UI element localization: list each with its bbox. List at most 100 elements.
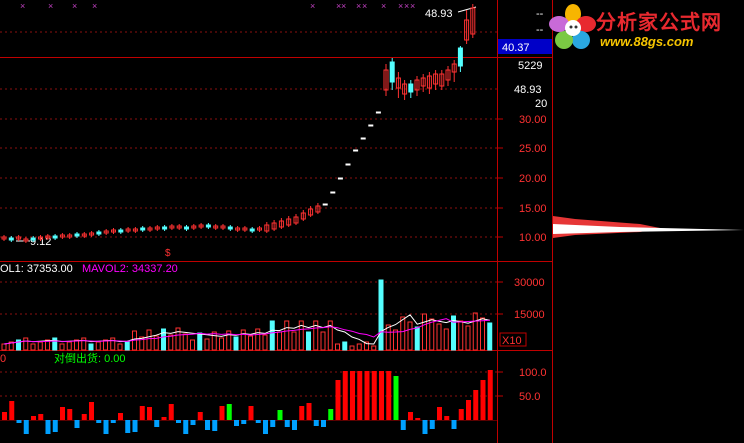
- ind-legend-cut: 0: [0, 353, 6, 365]
- price-tick-30: 30.00: [519, 114, 547, 126]
- candle: [337, 177, 343, 180]
- volume-bar: [269, 320, 275, 351]
- candle: [271, 220, 277, 231]
- indicator-bar: [255, 420, 261, 423]
- candle: [308, 206, 314, 217]
- indicator-bar: [16, 420, 22, 423]
- volume-bar: [204, 338, 210, 351]
- candle-body: [52, 235, 58, 239]
- site-logo: 分析家公式网 www.88gs.com: [548, 0, 744, 56]
- indicator-bar: [415, 418, 421, 420]
- indicator-bar: [335, 380, 341, 420]
- indicator-bar: [400, 420, 406, 430]
- candle-body: [74, 233, 80, 237]
- candle: [470, 4, 476, 38]
- indicator-bar: [52, 420, 58, 432]
- volume-bar: [306, 331, 311, 351]
- volume-bar: [277, 331, 282, 351]
- candle: [402, 80, 408, 100]
- volume-bar: [472, 312, 478, 351]
- candle: [278, 218, 284, 229]
- volume-bar: [465, 325, 471, 351]
- flower-logo-icon: [549, 4, 596, 49]
- volume-bar: [66, 341, 72, 351]
- indicator-bar: [321, 420, 326, 427]
- indicator-bar: [2, 412, 7, 420]
- indicator-bar: [147, 407, 152, 420]
- price-tick-10: 10.00: [519, 232, 547, 244]
- volume-bar: [110, 337, 116, 351]
- indicator-bar: [183, 420, 189, 434]
- indicator-bar: [45, 420, 51, 434]
- indicator-bar: [444, 416, 450, 420]
- signal-marker: ×: [72, 1, 77, 11]
- volume-bar: [146, 329, 152, 351]
- signal-markers: × × × × × × × × × × × × ×: [20, 1, 415, 11]
- indicator-bar: [154, 420, 160, 427]
- price-tick-20: 20.00: [519, 173, 547, 185]
- indicator-bar: [342, 371, 348, 420]
- candle: [375, 111, 381, 114]
- panel-borders: [0, 0, 553, 443]
- candle: [242, 226, 248, 232]
- volume-bar: [81, 337, 87, 351]
- candle-body: [337, 177, 343, 180]
- candle: [286, 216, 292, 227]
- volume-bar: [429, 318, 435, 351]
- volume-bar: [335, 343, 340, 351]
- candle-body: [184, 226, 189, 230]
- indicator-bar: [110, 420, 116, 423]
- axis-count-label: 20: [535, 98, 547, 110]
- indicator-bar: [480, 380, 486, 420]
- vol-legend-ma2: MAVOL2: 34337.20: [82, 263, 178, 275]
- candle: [389, 58, 395, 90]
- candle: [383, 64, 389, 96]
- signal-marker: ×: [398, 1, 403, 11]
- candle-body: [205, 224, 211, 228]
- volume-unit-label: X10: [502, 335, 522, 347]
- indicator-bar: [67, 409, 73, 420]
- volume-profile: [553, 216, 744, 238]
- volume-bar: [262, 334, 268, 351]
- candle-body: [322, 203, 328, 206]
- volume-bar: [95, 341, 101, 351]
- volume-bar: [436, 323, 442, 351]
- candle-body: [330, 191, 336, 194]
- volume-bar: [284, 320, 290, 351]
- indicator-bar: [487, 370, 493, 420]
- indicator-bar: [219, 406, 225, 420]
- signal-marker: ×: [410, 1, 415, 11]
- candle: [433, 70, 439, 90]
- candle: [360, 137, 366, 140]
- candle: [249, 227, 255, 233]
- volume-bar: [443, 328, 449, 351]
- indicator-bar: [212, 420, 218, 431]
- stock-chart: -- -- 40.37 5229 48.93 20 30.00 25.00 20…: [0, 0, 744, 443]
- candle: [451, 60, 457, 82]
- indicator-bar: [408, 412, 413, 420]
- candle: [111, 228, 116, 234]
- candle: [96, 230, 102, 236]
- indicator-bar: [234, 420, 239, 426]
- volume-bar: [52, 337, 58, 351]
- indicator-bar: [263, 420, 268, 434]
- candle: [52, 234, 58, 240]
- indicator-bar: [313, 420, 319, 426]
- candle-body: [408, 83, 414, 93]
- signal-marker: ×: [362, 1, 367, 11]
- signal-marker: ×: [341, 1, 346, 11]
- volume-bar: [219, 337, 224, 351]
- ind-legend: 对倒出货: 0.00: [54, 351, 126, 365]
- candle: [220, 224, 226, 230]
- volume-bar: [378, 279, 384, 351]
- candle-body: [8, 237, 14, 241]
- indicator-bar: [371, 371, 377, 420]
- candle: [408, 80, 414, 98]
- candle: [191, 224, 197, 230]
- candle: [330, 191, 336, 194]
- candle: [414, 76, 420, 96]
- volume-bar: [349, 345, 355, 351]
- volume-bar: [356, 343, 362, 351]
- indicator-bar: [132, 420, 138, 432]
- indicator-bar: [9, 401, 15, 420]
